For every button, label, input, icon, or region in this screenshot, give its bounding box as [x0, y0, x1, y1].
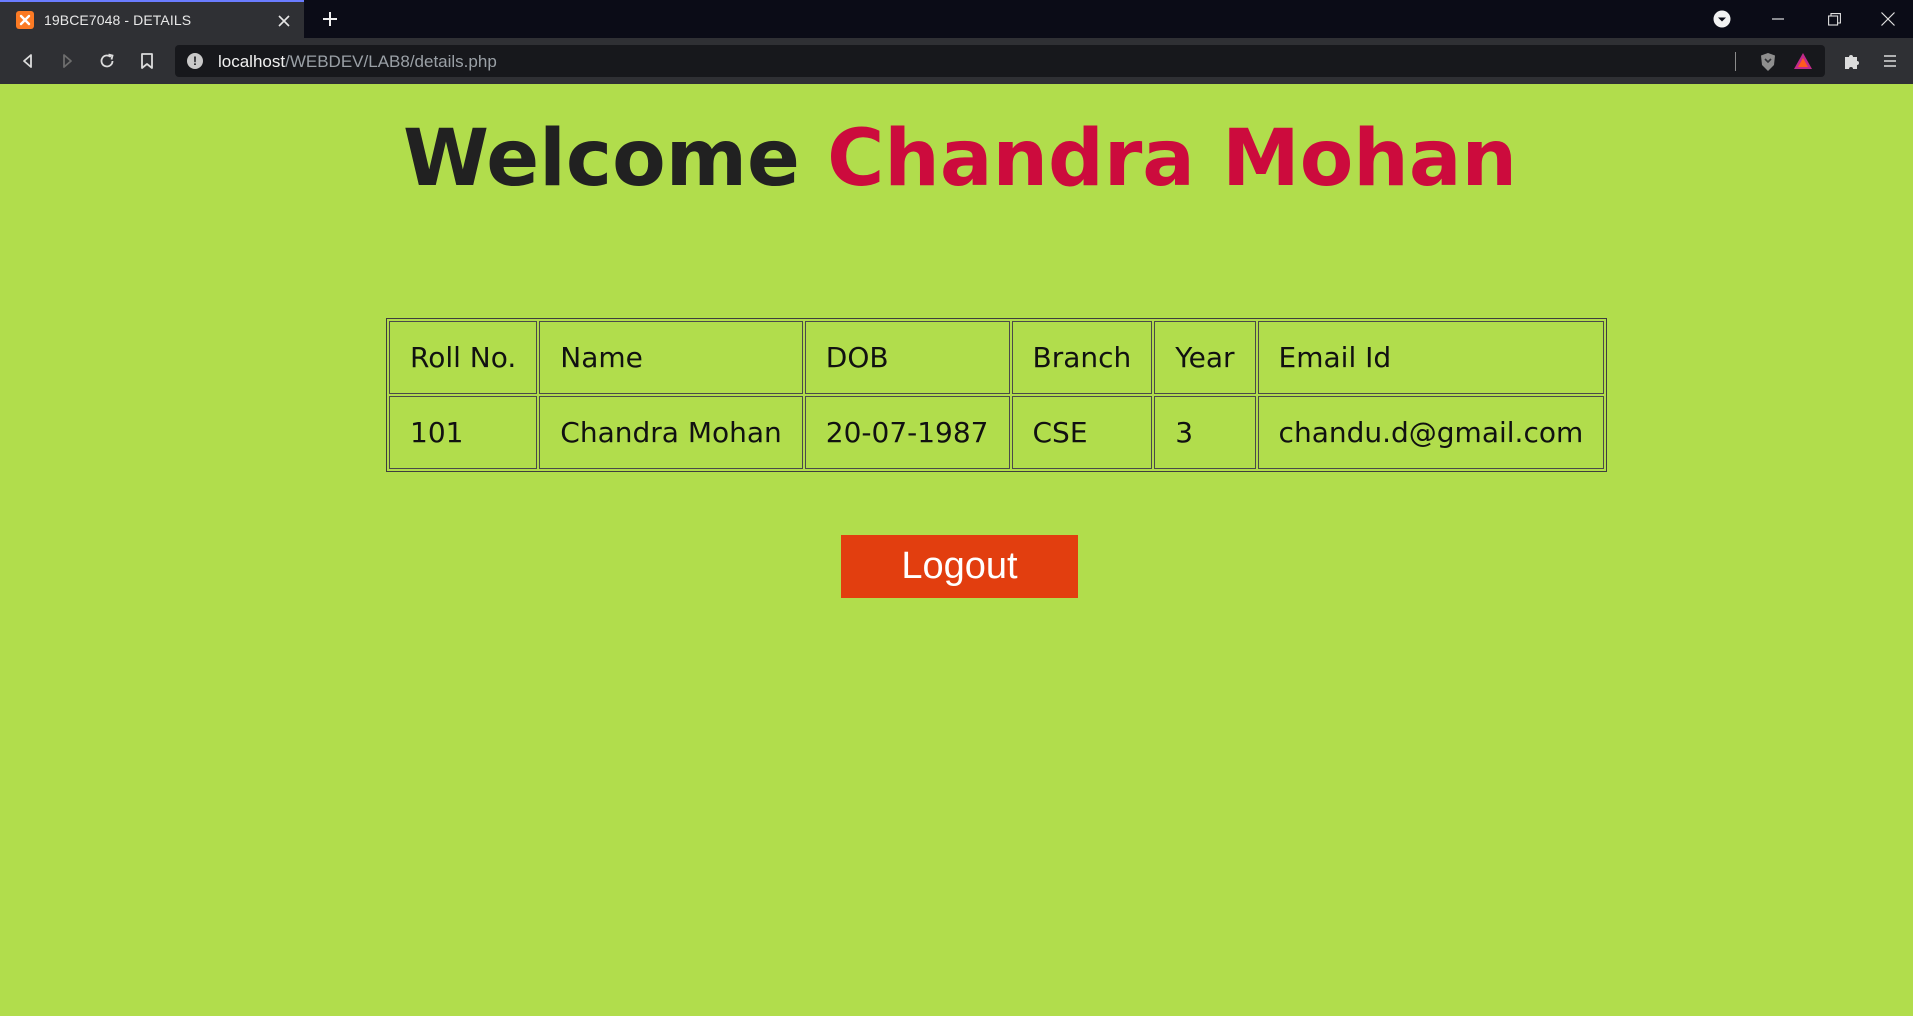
minimize-icon[interactable]: [1750, 0, 1806, 38]
student-details-table: Roll No. Name DOB Branch Year Email Id 1…: [386, 318, 1608, 472]
welcome-heading: Welcome Chandra Mohan: [0, 114, 1913, 204]
new-tab-plus-icon[interactable]: [318, 7, 342, 31]
cell-email: chandu.d@gmail.com: [1257, 396, 1605, 469]
restore-icon[interactable]: [1806, 0, 1862, 38]
tab-strip: 19BCE7048 - DETAILS: [0, 0, 1913, 38]
cell-name: Chandra Mohan: [539, 396, 803, 469]
menu-hamburger-icon[interactable]: [1880, 51, 1900, 71]
cell-dob: 20-07-1987: [804, 396, 1010, 469]
cell-roll-no: 101: [389, 396, 538, 469]
header-roll-no: Roll No.: [389, 321, 538, 394]
tab-search-dropdown-icon[interactable]: [1694, 0, 1750, 38]
extensions-puzzle-icon[interactable]: [1842, 51, 1862, 71]
forward-icon[interactable]: [55, 49, 79, 73]
cell-year: 3: [1154, 396, 1256, 469]
close-window-icon[interactable]: [1862, 0, 1913, 38]
url-text[interactable]: localhost/WEBDEV/LAB8/details.php: [218, 52, 497, 72]
brave-shield-icon[interactable]: [1758, 52, 1778, 72]
welcome-user-name: Chandra Mohan: [827, 114, 1517, 204]
welcome-prefix: Welcome: [403, 114, 800, 204]
page-content: Welcome Chandra Mohan Roll No. Name DOB …: [0, 84, 1913, 1016]
reload-icon[interactable]: [95, 49, 119, 73]
active-tab[interactable]: 19BCE7048 - DETAILS: [0, 0, 304, 38]
header-branch: Branch: [1011, 321, 1153, 394]
cell-branch: CSE: [1011, 396, 1153, 469]
header-name: Name: [539, 321, 803, 394]
brave-rewards-icon[interactable]: [1793, 51, 1813, 71]
header-dob: DOB: [804, 321, 1010, 394]
bookmark-icon[interactable]: [135, 49, 159, 73]
address-bar[interactable]: ! localhost/WEBDEV/LAB8/details.php: [175, 45, 1825, 77]
url-divider: [1735, 52, 1736, 71]
site-info-icon[interactable]: !: [187, 53, 203, 69]
back-icon[interactable]: [16, 49, 40, 73]
tab-title: 19BCE7048 - DETAILS: [44, 12, 192, 28]
logout-button[interactable]: Logout: [841, 535, 1078, 598]
url-path: /WEBDEV/LAB8/details.php: [285, 52, 497, 71]
table-header-row: Roll No. Name DOB Branch Year Email Id: [389, 321, 1605, 394]
browser-toolbar: ! localhost/WEBDEV/LAB8/details.php: [0, 38, 1913, 84]
header-email: Email Id: [1257, 321, 1605, 394]
table-row: 101 Chandra Mohan 20-07-1987 CSE 3 chand…: [389, 396, 1605, 469]
header-year: Year: [1154, 321, 1256, 394]
tab-close-icon[interactable]: [274, 11, 294, 31]
url-host: localhost: [218, 52, 286, 71]
xampp-favicon-icon: [16, 11, 34, 29]
